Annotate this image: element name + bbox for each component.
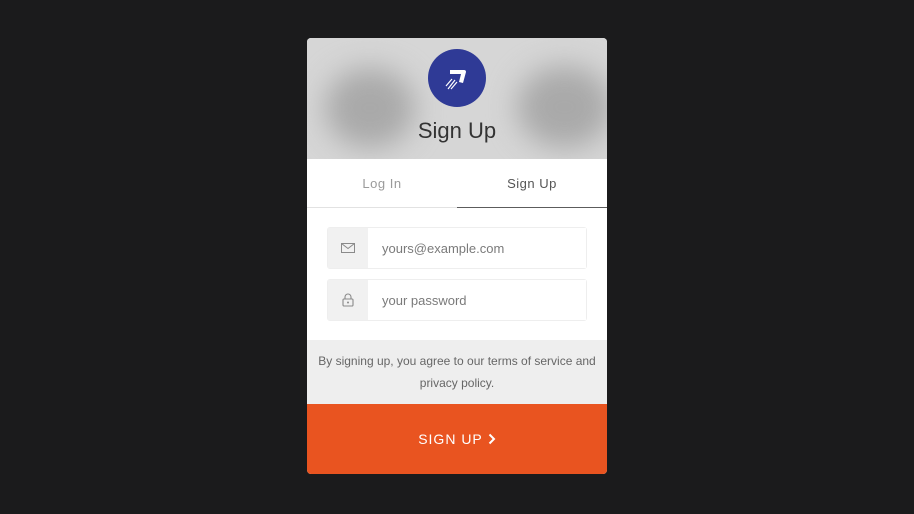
signup-card: Sign Up Log In Sign Up yours@example.com…	[307, 38, 607, 474]
signup-form	[307, 208, 607, 349]
password-icon-box	[328, 280, 368, 320]
password-input[interactable]	[368, 280, 586, 320]
email-field	[327, 227, 587, 269]
envelope-icon	[341, 243, 355, 253]
lock-icon	[342, 293, 354, 307]
page-title: Sign Up	[417, 118, 497, 143]
tab-signup[interactable]: Sign Up	[457, 159, 607, 208]
signup-button-label: SIGN UP	[418, 431, 483, 447]
chevron-right-icon	[488, 433, 496, 445]
email-icon-box	[328, 228, 368, 268]
terms-notice: By signing up, you agree to our terms of…	[307, 340, 607, 404]
auth-tabs: Log In Sign Up	[307, 159, 607, 208]
email-input[interactable]	[368, 228, 586, 268]
terms-text: By signing up, you agree to our terms of…	[318, 354, 596, 390]
password-field	[327, 279, 587, 321]
logo	[428, 49, 486, 107]
signup-button[interactable]: SIGN UP	[307, 404, 607, 474]
boomerang-icon	[445, 70, 466, 90]
tab-login[interactable]: Log In	[307, 159, 457, 207]
card-header: Sign Up	[307, 38, 607, 159]
